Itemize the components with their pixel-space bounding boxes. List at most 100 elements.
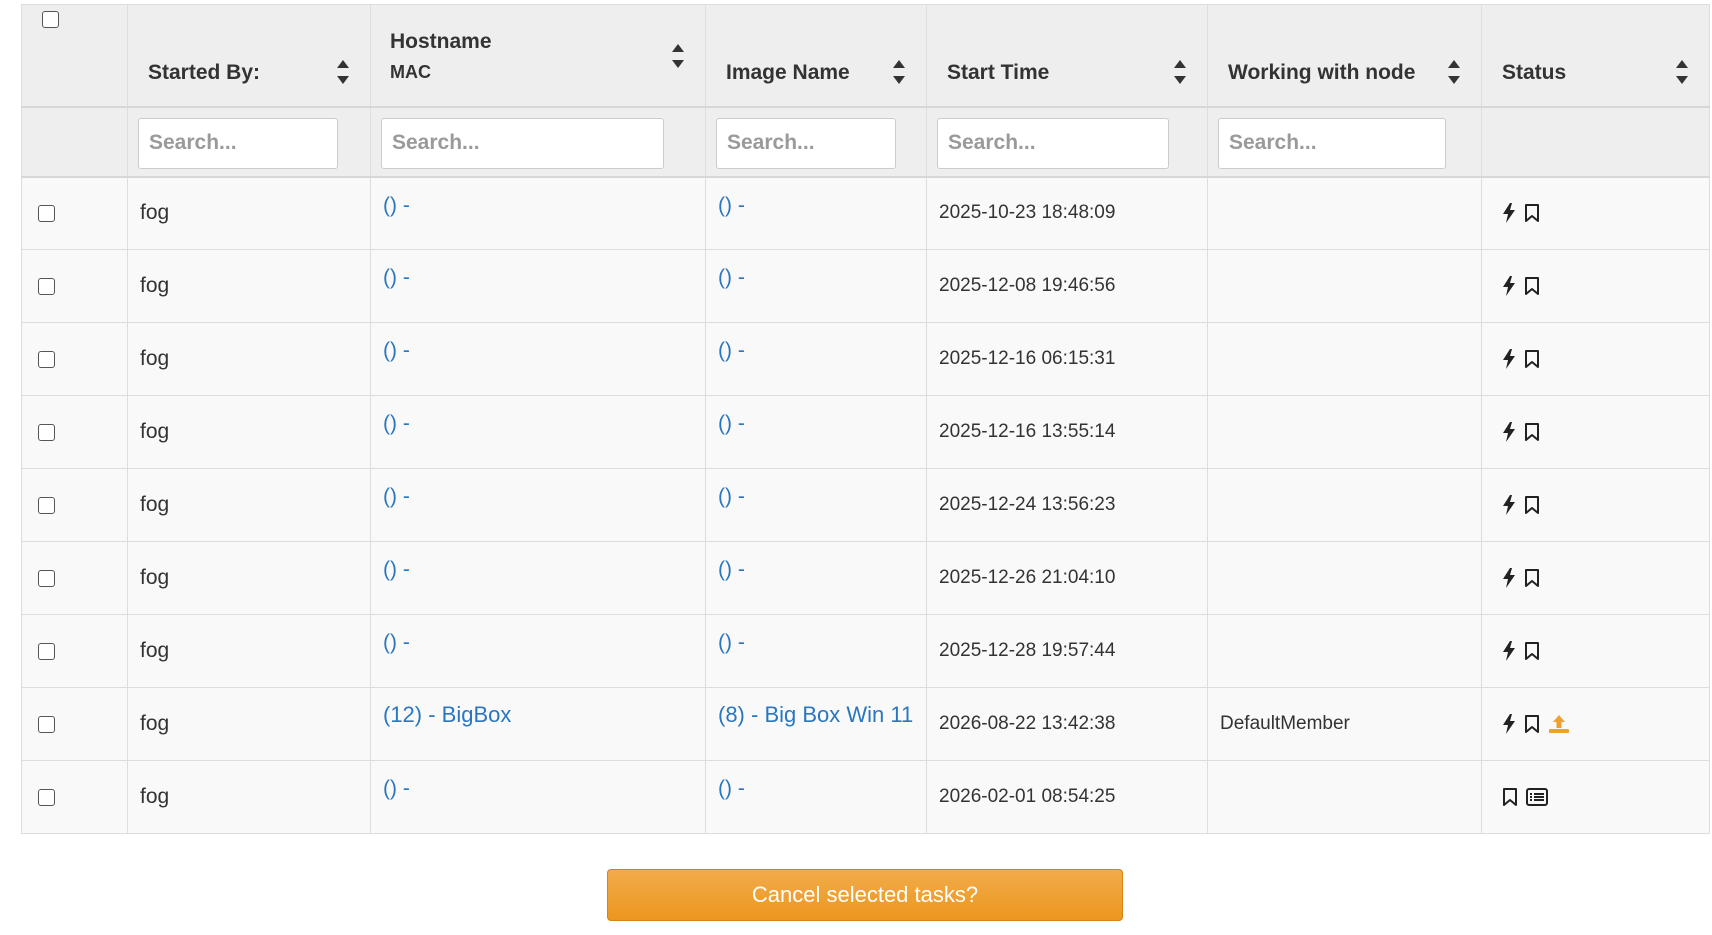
hostname-link[interactable]: () -	[383, 558, 410, 582]
row-select-cell	[21, 249, 128, 323]
status-icons	[1502, 787, 1709, 807]
row-select-cell	[21, 468, 128, 542]
filter-cell-status	[1481, 106, 1710, 178]
image-name-link[interactable]: () -	[718, 631, 745, 655]
start-time-cell: 2025-12-16 13:55:14	[926, 395, 1208, 469]
started-by-cell: fog	[127, 395, 371, 469]
hostname-link[interactable]: () -	[383, 339, 410, 363]
image-name-cell: () -	[705, 176, 927, 250]
search-started-by-input[interactable]	[138, 117, 338, 169]
image-name-link[interactable]: () -	[718, 266, 745, 290]
header-started-by[interactable]: Started By:	[127, 4, 371, 108]
filter-cell-node	[1207, 106, 1482, 178]
image-name-link[interactable]: () -	[718, 777, 745, 801]
bolt-icon[interactable]	[1502, 349, 1516, 369]
header-label: Working with node	[1228, 61, 1416, 84]
hostname-link[interactable]: () -	[383, 412, 410, 436]
image-name-cell: (8) - Big Box Win 11	[705, 687, 927, 761]
row-checkbox[interactable]	[38, 423, 55, 441]
upload-icon[interactable]	[1548, 714, 1570, 734]
sort-icon[interactable]	[892, 59, 906, 85]
bolt-icon[interactable]	[1502, 495, 1516, 515]
image-name-link[interactable]: (8) - Big Box Win 11	[718, 702, 913, 728]
bolt-icon[interactable]	[1502, 714, 1516, 734]
status-cell	[1481, 687, 1710, 761]
row-checkbox[interactable]	[38, 788, 55, 806]
bookmark-icon[interactable]	[1502, 787, 1518, 807]
header-label: Hostname	[390, 30, 492, 53]
status-cell	[1481, 249, 1710, 323]
search-node-input[interactable]	[1218, 117, 1446, 169]
image-name-link[interactable]: () -	[718, 339, 745, 363]
status-cell	[1481, 322, 1710, 396]
header-status[interactable]: Status	[1481, 4, 1710, 108]
started-by-cell: fog	[127, 249, 371, 323]
table-row: fog () - () - 2026-02-01 08:54:25	[21, 760, 1710, 834]
cancel-selected-tasks-button[interactable]: Cancel selected tasks?	[607, 869, 1123, 921]
bolt-icon[interactable]	[1502, 422, 1516, 442]
search-image-name-input[interactable]	[716, 117, 896, 169]
hostname-cell: () -	[370, 322, 706, 396]
node-cell	[1207, 249, 1482, 323]
hostname-link[interactable]: () -	[383, 631, 410, 655]
image-name-link[interactable]: () -	[718, 485, 745, 509]
status-icons	[1502, 641, 1709, 661]
sort-icon[interactable]	[1173, 59, 1187, 85]
image-name-link[interactable]: () -	[718, 194, 745, 218]
sort-icon[interactable]	[1675, 59, 1689, 85]
bookmark-icon[interactable]	[1524, 641, 1540, 661]
row-checkbox[interactable]	[38, 642, 55, 660]
image-name-link[interactable]: () -	[718, 558, 745, 582]
bookmark-icon[interactable]	[1524, 714, 1540, 734]
row-checkbox[interactable]	[38, 715, 55, 733]
sort-icon[interactable]	[1447, 59, 1461, 85]
table-row: fog () - () - 2025-12-26 21:04:10	[21, 541, 1710, 615]
header-sub-label: MAC	[390, 62, 431, 82]
hostname-link[interactable]: () -	[383, 777, 410, 801]
row-checkbox[interactable]	[38, 350, 55, 368]
hostname-cell: () -	[370, 468, 706, 542]
header-start-time[interactable]: Start Time	[926, 4, 1208, 108]
bolt-icon[interactable]	[1502, 641, 1516, 661]
bolt-icon[interactable]	[1502, 568, 1516, 588]
filter-cell-image-name	[705, 106, 927, 178]
started-by-cell: fog	[127, 468, 371, 542]
bolt-icon[interactable]	[1502, 276, 1516, 296]
select-all-checkbox[interactable]	[42, 11, 59, 28]
bookmark-icon[interactable]	[1524, 568, 1540, 588]
hostname-link[interactable]: () -	[383, 266, 410, 290]
hostname-cell: () -	[370, 541, 706, 615]
hostname-link[interactable]: (12) - BigBox	[383, 702, 511, 728]
bookmark-icon[interactable]	[1524, 276, 1540, 296]
bookmark-icon[interactable]	[1524, 422, 1540, 442]
hostname-link[interactable]: () -	[383, 194, 410, 218]
image-name-link[interactable]: () -	[718, 412, 745, 436]
bookmark-icon[interactable]	[1524, 495, 1540, 515]
sort-icon[interactable]	[671, 43, 685, 69]
row-checkbox[interactable]	[38, 204, 55, 222]
row-checkbox[interactable]	[38, 569, 55, 587]
bookmark-icon[interactable]	[1524, 349, 1540, 369]
node-cell	[1207, 541, 1482, 615]
sort-icon[interactable]	[336, 59, 350, 85]
list-icon[interactable]	[1526, 788, 1548, 806]
header-label: Started By:	[148, 61, 261, 84]
bolt-icon[interactable]	[1502, 203, 1516, 224]
row-checkbox[interactable]	[38, 496, 55, 514]
filter-cell-hostname	[370, 106, 706, 178]
status-cell	[1481, 541, 1710, 615]
header-hostname[interactable]: Hostname MAC	[370, 4, 706, 108]
header-working-with-node[interactable]: Working with node	[1207, 4, 1482, 108]
table-row: fog () - () - 2025-12-16 13:55:14	[21, 395, 1710, 469]
header-image-name[interactable]: Image Name	[705, 4, 927, 108]
table-row: fog () - () - 2025-12-08 19:46:56	[21, 249, 1710, 323]
search-hostname-input[interactable]	[381, 117, 664, 169]
hostname-link[interactable]: () -	[383, 485, 410, 509]
header-label: Image Name	[726, 61, 850, 84]
search-start-time-input[interactable]	[937, 117, 1169, 169]
image-name-cell: () -	[705, 249, 927, 323]
bookmark-icon[interactable]	[1524, 203, 1540, 223]
row-checkbox[interactable]	[38, 277, 55, 295]
status-icons	[1502, 203, 1709, 224]
hostname-cell: () -	[370, 176, 706, 250]
